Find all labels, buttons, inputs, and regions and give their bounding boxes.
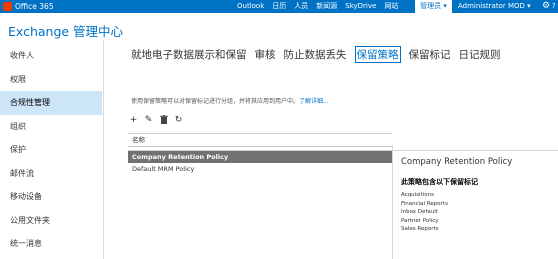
retention-tag-list: Acquisitions Financial Reports Inbox Def…	[401, 191, 448, 234]
add-icon[interactable]: +	[129, 115, 138, 127]
table-row[interactable]: Company Retention Policy	[128, 151, 392, 163]
topnav-skydrive[interactable]: SkyDrive	[341, 0, 380, 13]
topnav-outlook[interactable]: Outlook	[233, 0, 268, 13]
office365-brand[interactable]: Office 365	[3, 1, 54, 12]
help-icon[interactable]: ?	[552, 0, 558, 13]
details-subtitle: 此策略包含以下保留标记	[401, 178, 478, 186]
sidebar: 收件人 权限 合规性管理 组织 保护 邮件流 移动设备 公用文件夹 统一消息	[0, 44, 102, 256]
column-header-name[interactable]: 名称	[128, 133, 392, 147]
table-row[interactable]: Default MRM Policy	[128, 163, 392, 175]
refresh-icon[interactable]: ↻	[174, 115, 183, 127]
app-title: Exchange 管理中心	[8, 24, 124, 39]
tab-journal-rules[interactable]: 日记规则	[459, 47, 501, 63]
top-bar: Office 365 Outlook 日历 人员 新闻源 SkyDrive 网站…	[0, 0, 558, 13]
topnav-newsfeed[interactable]: 新闻源	[312, 0, 341, 13]
sidebar-item-recipients[interactable]: 收件人	[0, 44, 102, 68]
topnav-admin[interactable]: 管理员 ▾	[415, 0, 452, 13]
sidebar-item-public-folders[interactable]: 公用文件夹	[0, 209, 102, 233]
details-title: Company Retention Policy	[401, 157, 513, 167]
details-pane: Company Retention Policy 此策略包含以下保留标记 Acq…	[392, 145, 558, 259]
policies-table: 名称 Company Retention Policy Default MRM …	[128, 133, 392, 175]
tab-data-loss-prevention[interactable]: 防止数据丢失	[284, 47, 347, 63]
sidebar-item-mobile[interactable]: 移动设备	[0, 185, 102, 209]
sidebar-item-protection[interactable]: 保护	[0, 138, 102, 162]
delete-icon[interactable]	[159, 115, 168, 127]
list-item: Inbox Default	[401, 209, 438, 215]
office-logo-icon	[3, 2, 12, 11]
learn-more-link[interactable]: 了解详细...	[299, 98, 329, 105]
toolbar: + ✎ ↻	[129, 115, 183, 127]
list-item: Sales Reports	[401, 226, 439, 232]
tab-bar: 就地电子数据展示和保留 审核 防止数据丢失 保留策略 保留标记 日记规则	[131, 46, 509, 63]
sidebar-item-unified-messaging[interactable]: 统一消息	[0, 232, 102, 256]
sidebar-item-mail-flow[interactable]: 邮件流	[0, 162, 102, 186]
tab-retention-policies[interactable]: 保留策略	[354, 46, 401, 63]
topnav-sites[interactable]: 网站	[380, 0, 402, 13]
list-item: Financial Reports	[401, 200, 448, 207]
page-description: 使用保留策略可以对保留标记进行分组，并将其应用到用户中。了解详细...	[131, 96, 329, 105]
tab-in-place-ediscovery[interactable]: 就地电子数据展示和保留	[131, 47, 247, 63]
brand-name: Office 365	[15, 2, 54, 11]
user-menu[interactable]: Administrator MOD ▾	[458, 0, 531, 13]
topnav-people[interactable]: 人员	[290, 0, 312, 13]
tab-retention-tags[interactable]: 保留标记	[409, 47, 451, 63]
sidebar-item-organization[interactable]: 组织	[0, 115, 102, 139]
description-text: 使用保留策略可以对保留标记进行分组，并将其应用到用户中。	[131, 98, 300, 105]
top-nav: Outlook 日历 人员 新闻源 SkyDrive 网站	[233, 0, 402, 13]
list-item: Acquisitions	[401, 192, 434, 198]
sidebar-divider	[103, 40, 104, 259]
sidebar-item-permissions[interactable]: 权限	[0, 68, 102, 92]
sidebar-item-compliance-management[interactable]: 合规性管理	[0, 91, 102, 115]
topnav-calendar[interactable]: 日历	[268, 0, 290, 13]
edit-icon[interactable]: ✎	[144, 115, 153, 127]
tab-auditing[interactable]: 审核	[255, 47, 276, 63]
gear-icon[interactable]: ⚙	[539, 0, 553, 13]
list-item: Partner Policy	[401, 217, 439, 224]
